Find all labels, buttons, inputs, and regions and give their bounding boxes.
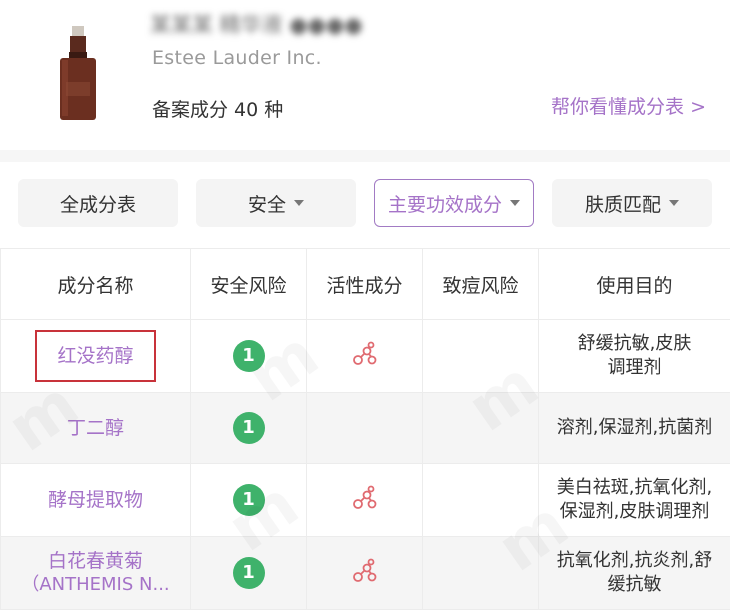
ingredient-name-cell: 白花春黄菊 （ANTHEMIS N... — [1, 537, 191, 610]
purpose-cell: 舒缓抗敏,皮肤 调理剂 — [539, 320, 730, 393]
ingredient-name[interactable]: 红没药醇 — [57, 344, 133, 368]
filter-bar: 全成分表 安全 主要功效成分 肤质匹配 — [0, 162, 730, 248]
ingredient-name-cell: 红没药醇 — [1, 320, 191, 393]
ingredient-name-cell: 丁二醇 — [1, 393, 191, 464]
purpose-cell: 溶剂,保湿剂,抗菌剂 — [539, 393, 730, 464]
active-cell — [307, 537, 423, 610]
table-row[interactable]: 酵母提取物 1 美白祛斑,抗氧化剂, 保湿剂,皮肤调理剂 — [1, 464, 730, 537]
risk-level-badge: 1 — [233, 484, 265, 516]
caret-down-icon — [669, 200, 679, 206]
purpose-line: 缓抗敏 — [543, 573, 726, 597]
brand-name: Estee Lauder Inc. — [152, 47, 322, 69]
filter-main-efficacy[interactable]: 主要功效成分 — [374, 179, 534, 227]
ingredient-table: 成分名称 安全风险 活性成分 致痘风险 使用目的 红没药醇 1 — [0, 248, 730, 610]
purpose-line: 溶剂,保湿剂,抗菌剂 — [543, 416, 726, 440]
filter-label: 肤质匹配 — [585, 190, 661, 217]
product-bottle-thumbnail — [48, 22, 108, 124]
molecule-icon — [352, 485, 378, 511]
highlight-box: 红没药醇 — [35, 330, 155, 382]
ingredient-name[interactable]: 丁二醇 — [67, 416, 124, 440]
ingredient-latin-name[interactable]: （ANTHEMIS N... — [1, 573, 190, 597]
section-divider — [0, 150, 730, 162]
product-name: 某某某 精华液 ●●●● — [150, 14, 478, 36]
acne-cell — [423, 464, 539, 537]
purpose-cell: 抗氧化剂,抗炎剂,舒 缓抗敏 — [539, 537, 730, 610]
ingredient-guide-link[interactable]: 帮你看懂成分表 > — [551, 92, 706, 119]
table-row[interactable]: 丁二醇 1 溶剂,保湿剂,抗菌剂 — [1, 393, 730, 464]
purpose-line: 保湿剂,皮肤调理剂 — [543, 500, 726, 524]
ingredient-name[interactable]: 白花春黄菊 — [48, 549, 143, 573]
safety-cell: 1 — [191, 464, 307, 537]
filter-full-list[interactable]: 全成分表 — [18, 179, 178, 227]
risk-level-badge: 1 — [233, 340, 265, 372]
purpose-cell: 美白祛斑,抗氧化剂, 保湿剂,皮肤调理剂 — [539, 464, 730, 537]
filter-label: 主要功效成分 — [388, 190, 502, 217]
filter-label: 安全 — [248, 190, 286, 217]
safety-cell: 1 — [191, 393, 307, 464]
caret-down-icon — [294, 200, 304, 206]
ingredient-count: 备案成分 40 种 — [152, 95, 283, 122]
purpose-line: 舒缓抗敏,皮肤 — [543, 332, 726, 356]
purpose-line: 抗氧化剂,抗炎剂,舒 — [543, 549, 726, 573]
purpose-line: 调理剂 — [543, 356, 726, 380]
filter-safety[interactable]: 安全 — [196, 179, 356, 227]
risk-level-badge: 1 — [233, 412, 265, 444]
active-cell — [307, 393, 423, 464]
table-row[interactable]: 红没药醇 1 舒缓抗敏,皮肤 调理剂 — [1, 320, 730, 393]
purpose-line: 美白祛斑,抗氧化剂, — [543, 476, 726, 500]
header-acne-risk: 致痘风险 — [423, 249, 539, 320]
safety-cell: 1 — [191, 537, 307, 610]
table-header-row: 成分名称 安全风险 活性成分 致痘风险 使用目的 — [1, 249, 730, 320]
acne-cell — [423, 537, 539, 610]
acne-cell — [423, 320, 539, 393]
table-row[interactable]: 白花春黄菊 （ANTHEMIS N... 1 抗氧化剂,抗炎剂,舒 缓抗敏 — [1, 537, 730, 610]
active-cell — [307, 464, 423, 537]
safety-cell: 1 — [191, 320, 307, 393]
ingredient-name-cell: 酵母提取物 — [1, 464, 191, 537]
active-cell — [307, 320, 423, 393]
header-safety-risk: 安全风险 — [191, 249, 307, 320]
filter-skin-type[interactable]: 肤质匹配 — [552, 179, 712, 227]
acne-cell — [423, 393, 539, 464]
molecule-icon — [352, 341, 378, 367]
risk-level-badge: 1 — [233, 557, 265, 589]
header-active-ingredient: 活性成分 — [307, 249, 423, 320]
ingredient-name[interactable]: 酵母提取物 — [48, 488, 143, 512]
filter-label: 全成分表 — [60, 190, 136, 217]
header-ingredient-name: 成分名称 — [1, 249, 191, 320]
header-purpose: 使用目的 — [539, 249, 730, 320]
molecule-icon — [352, 558, 378, 584]
product-header: 某某某 精华液 ●●●● Estee Lauder Inc. 备案成分 40 种… — [0, 0, 730, 150]
caret-down-icon — [510, 200, 520, 206]
